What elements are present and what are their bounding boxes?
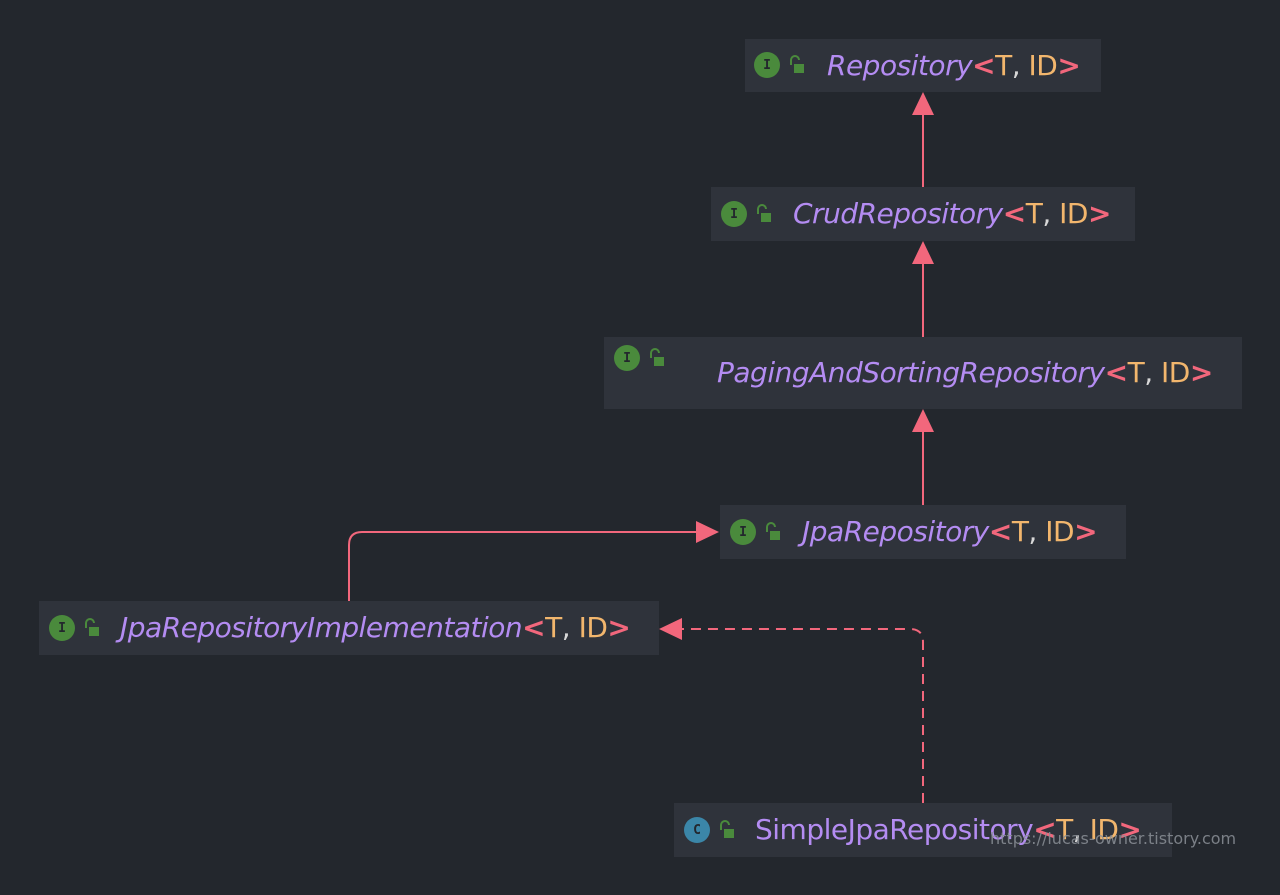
edges-layer <box>348 92 934 803</box>
type-param: T <box>995 49 1012 82</box>
node-crud-repository[interactable]: I CrudRepository<T, ID> <box>711 187 1135 241</box>
type-param: ID <box>1161 356 1190 389</box>
type-param: T <box>545 611 562 644</box>
watermark-text: https://lucas-owner.tistory.com <box>990 829 1237 848</box>
type-param: ID <box>1028 49 1058 82</box>
arrowhead-crud <box>912 241 934 264</box>
open-lock-icon <box>85 618 99 636</box>
open-lock-icon <box>720 820 734 838</box>
node-label: JpaRepositoryImplementation<T, ID> <box>120 611 631 644</box>
node-label: PagingAndSortingRepository<T, ID> <box>717 356 1213 389</box>
node-jpa-repository-implementation[interactable]: I JpaRepositoryImplementation<T, ID> <box>39 601 659 655</box>
interface-badge-icon: I <box>721 201 747 227</box>
arrowhead-repository <box>912 92 934 115</box>
type-name: CrudRepository <box>793 197 1003 230</box>
arrowhead-impl <box>659 618 682 640</box>
type-param: ID <box>1059 197 1088 230</box>
interface-badge-icon: I <box>49 615 75 641</box>
interface-badge-icon: I <box>730 519 756 545</box>
node-label: CrudRepository<T, ID> <box>793 197 1111 230</box>
open-lock-icon <box>766 522 780 540</box>
class-badge-icon: C <box>684 817 710 843</box>
type-name: PagingAndSortingRepository <box>717 356 1105 389</box>
node-label: JpaRepository<T, ID> <box>802 515 1098 548</box>
interface-badge-icon: I <box>614 345 640 371</box>
node-paging-and-sorting-repository[interactable]: I PagingAndSortingRepository<T, ID> <box>604 337 1242 409</box>
type-param: ID <box>1045 515 1075 548</box>
node-jpa-repository[interactable]: I JpaRepository<T, ID> <box>720 505 1126 559</box>
open-lock-icon <box>757 204 771 222</box>
arrowhead-paging <box>912 409 934 432</box>
diagram-canvas: I Repository<T, ID> I CrudRepository<T, … <box>0 0 1280 895</box>
open-lock-icon <box>650 348 664 366</box>
edge-simple-to-impl <box>681 628 924 803</box>
arrowhead-jpa <box>696 521 719 543</box>
type-param: T <box>1127 356 1145 389</box>
open-lock-icon <box>790 55 804 73</box>
node-repository[interactable]: I Repository<T, ID> <box>745 39 1101 92</box>
type-param: ID <box>578 611 608 644</box>
type-name: JpaRepositoryImplementation <box>120 611 523 644</box>
type-param: T <box>1025 197 1043 230</box>
type-name: Repository <box>827 49 973 82</box>
node-label: Repository<T, ID> <box>827 49 1081 82</box>
interface-badge-icon: I <box>754 52 780 78</box>
edge-impl-to-jpa <box>348 531 698 601</box>
type-name: JpaRepository <box>802 515 989 548</box>
type-param: T <box>1011 515 1029 548</box>
